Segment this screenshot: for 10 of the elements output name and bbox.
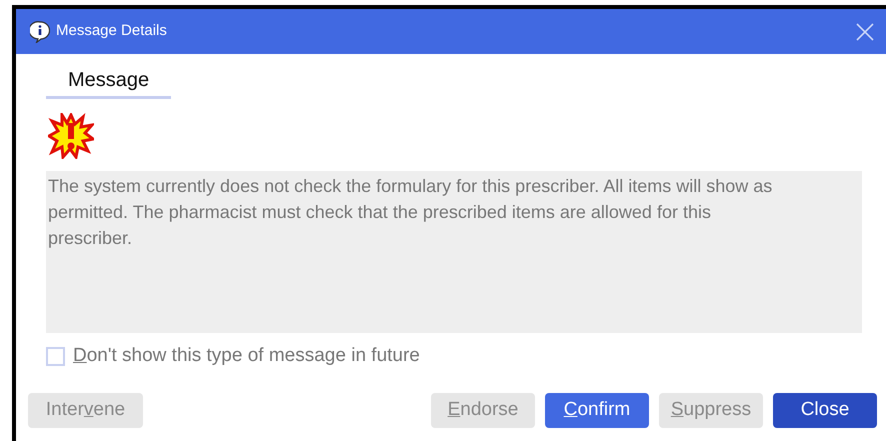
info-bubble-icon — [30, 20, 50, 42]
warning-burst-icon — [48, 113, 94, 159]
checkbox[interactable] — [46, 346, 65, 366]
checkbox-label[interactable]: Don't show this type of message in future — [73, 345, 420, 367]
window-title: Message Details — [56, 21, 167, 42]
close-button[interactable]: Close — [773, 393, 877, 428]
close-icon[interactable] — [856, 22, 874, 40]
tab[interactable]: Message — [46, 68, 172, 99]
action-button[interactable]: Confirm — [545, 393, 649, 428]
message-text: The system currently does not check the formulary for this prescriber. All items will show as permitted. The pharmacist must check that the prescribed items are allowed for this prescriber. — [46, 171, 862, 333]
